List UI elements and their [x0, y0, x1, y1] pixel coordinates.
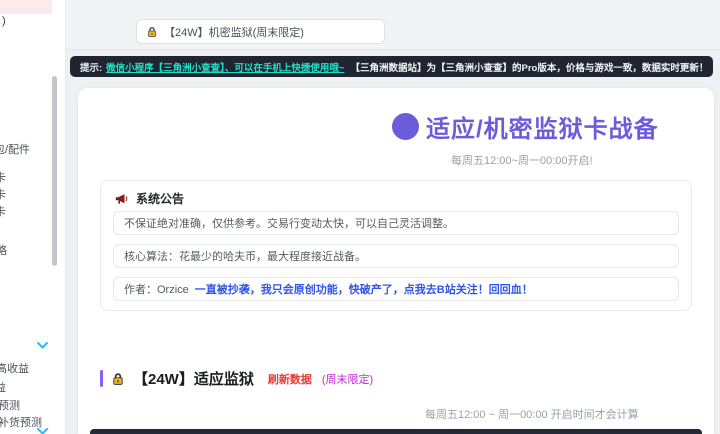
- sidebar-active-item[interactable]: [0, 0, 52, 14]
- announcement-header: 系统公告: [115, 190, 184, 207]
- lock-icon: [111, 372, 125, 386]
- sidebar-item[interactable]: 卡: [0, 186, 6, 202]
- announcement-row-1: 不保证绝对准确，仅供参考。交易行变动太快，可以自己灵活调整。: [113, 211, 679, 235]
- lock-icon: [146, 26, 158, 38]
- schedule-note: 每周五12:00 ~ 周一00:00 开启时间才会计算: [425, 409, 639, 421]
- section-accent-bar: [100, 370, 103, 387]
- sidebar-item-high-profit[interactable]: 高收益: [0, 360, 29, 376]
- announcement-text-2: 核心算法：花最少的哈夫币，最大程度接近战备。: [124, 251, 366, 263]
- megaphone-icon: [115, 193, 129, 205]
- notice-bar: 提示: 微信小程序【三角洲小查查】、可以在手机上快捷使用哦~ 【三角洲数据站】为…: [70, 56, 713, 77]
- announcement-row-3: 作者：Orzice 一直被抄袭，我只会原创功能，快破产了，点我去B站关注！回回血…: [113, 277, 679, 301]
- announcement-text-1: 不保证绝对准确，仅供参考。交易行变动太快，可以自己灵活调整。: [124, 218, 454, 230]
- sidebar-scrollbar[interactable]: [52, 76, 57, 266]
- page-title: 适应/机密监狱卡战备: [426, 116, 659, 143]
- app-window: ) 包/配件 卡 卡 卡 略 高收益 益 预测 补货预测 【24W】: [0, 0, 720, 434]
- tab-bar: 【24W】机密监狱(周末限定): [65, 0, 720, 50]
- announcement-title: 系统公告: [136, 192, 185, 206]
- chevron-down-icon[interactable]: [36, 427, 49, 434]
- sidebar-item-bag-accessories[interactable]: 包/配件: [0, 141, 30, 157]
- table-header-peek: [90, 429, 702, 434]
- section-title: 【24W】适应监狱: [133, 371, 254, 388]
- sidebar-item-guide[interactable]: 略: [0, 242, 7, 258]
- site-logo-icon: [392, 113, 419, 140]
- author-bilibili-link[interactable]: 一直被抄袭，我只会原创功能，快破产了，点我去B站关注！回回血！: [195, 281, 533, 297]
- tab-secret-prison[interactable]: 【24W】机密监狱(周末限定): [136, 19, 385, 44]
- weekend-limited-badge: (周末限定): [321, 373, 374, 386]
- sidebar-item[interactable]: 卡: [0, 169, 6, 185]
- page-subtitle: 每周五12:00~周一00:00开启!: [451, 155, 593, 167]
- system-announcement-panel: 系统公告 不保证绝对准确，仅供参考。交易行变动太快，可以自己灵活调整。 核心算法…: [100, 180, 692, 311]
- announcement-author: 作者：Orzice: [124, 284, 189, 296]
- notice-text: 【三角洲数据站】为【三角洲小查查】的Pro版本，价格与游戏一致，数据实时更新！: [350, 62, 709, 74]
- refresh-data-button[interactable]: 刷新数据: [268, 371, 312, 387]
- sidebar-item-profit[interactable]: 益: [0, 379, 6, 395]
- notice-miniprogram-link[interactable]: 微信小程序【三角洲小查查】、可以在手机上快捷使用哦~: [106, 60, 344, 74]
- announcement-row-2: 核心算法：花最少的哈夫币，最大程度接近战备。: [113, 244, 679, 268]
- notice-prefix: 提示:: [80, 62, 103, 74]
- tab-label: 【24W】机密监狱(周末限定): [164, 26, 304, 39]
- sidebar: ) 包/配件 卡 卡 卡 略 高收益 益 预测 补货预测: [0, 0, 66, 434]
- section-header: 【24W】适应监狱 刷新数据 (周末限定): [100, 368, 373, 389]
- sidebar-item[interactable]: 卡: [0, 203, 6, 219]
- sidebar-item-forecast[interactable]: 预测: [0, 397, 20, 413]
- chevron-down-icon[interactable]: [36, 341, 49, 350]
- sidebar-item-fragment[interactable]: ): [2, 15, 6, 27]
